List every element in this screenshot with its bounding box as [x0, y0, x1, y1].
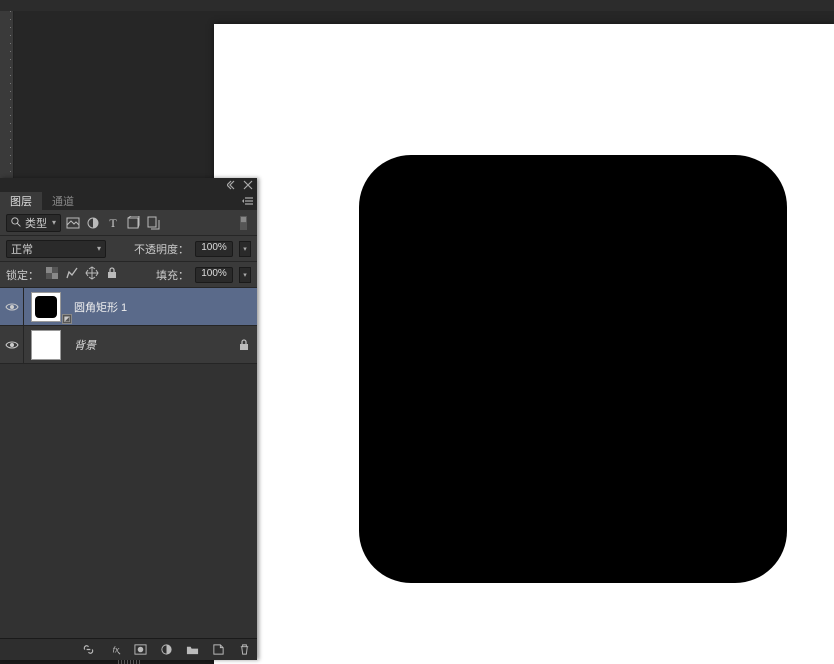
svg-text:T: T [109, 216, 117, 230]
panel-menu-icon[interactable] [241, 192, 257, 210]
fill-label: 填充： [156, 267, 189, 283]
filter-shape-icon[interactable] [125, 215, 141, 231]
layer-row[interactable]: ◩ 圆角矩形 1 [0, 288, 257, 326]
collapse-icon[interactable] [227, 180, 237, 190]
fill-stepper[interactable]: ▾ [239, 267, 251, 283]
layer-name[interactable]: 背景 [68, 337, 231, 353]
panel-tabs: 图层 通道 [0, 192, 257, 210]
fill-value[interactable]: 100% [195, 267, 233, 283]
layer-name[interactable]: 圆角矩形 1 [68, 299, 231, 315]
chevron-down-icon: ▾ [52, 218, 56, 227]
opacity-label: 不透明度： [134, 241, 189, 257]
filter-type-icon[interactable]: T [105, 215, 121, 231]
visibility-toggle[interactable] [0, 326, 24, 363]
lock-label: 锁定： [6, 267, 39, 283]
eye-icon [5, 300, 19, 314]
layer-style-button[interactable]: fx [107, 643, 121, 657]
group-button[interactable] [185, 643, 199, 657]
lock-fill-row: 锁定： 填充： 100% ▾ [0, 262, 257, 288]
search-icon [11, 217, 22, 228]
filter-kind-dropdown[interactable]: 类型 ▾ [6, 214, 61, 232]
lock-position-icon[interactable] [85, 266, 99, 283]
filter-kind-label: 类型 [25, 215, 47, 231]
blend-mode-value: 正常 [11, 241, 33, 257]
chevron-down-icon: ▾ [97, 244, 101, 253]
lock-transparent-icon[interactable] [45, 266, 59, 283]
panel-footer: fx [0, 638, 257, 660]
layer-filter-row: 类型 ▾ T [0, 210, 257, 236]
vertical-ruler[interactable] [0, 11, 14, 181]
shape-layer-badge-icon: ◩ [62, 314, 72, 324]
resize-grip[interactable] [118, 660, 140, 664]
filter-pixel-icon[interactable] [65, 215, 81, 231]
visibility-toggle[interactable] [0, 288, 24, 325]
filter-smartobj-icon[interactable] [145, 215, 161, 231]
blend-opacity-row: 正常 ▾ 不透明度： 100% ▾ [0, 236, 257, 262]
filter-adjust-icon[interactable] [85, 215, 101, 231]
new-layer-button[interactable] [211, 643, 225, 657]
filter-toggle-switch[interactable] [235, 215, 251, 231]
layers-panel: 图层 通道 类型 ▾ T 正 [0, 178, 257, 660]
lock-pixels-icon[interactable] [65, 266, 79, 283]
adjustment-layer-button[interactable] [159, 643, 173, 657]
rounded-rect-shape[interactable] [359, 155, 787, 583]
link-layers-button[interactable] [81, 643, 95, 657]
layer-thumbnail[interactable] [24, 330, 68, 360]
blend-mode-dropdown[interactable]: 正常 ▾ [6, 240, 106, 258]
tab-layers[interactable]: 图层 [0, 192, 42, 210]
layer-thumbnail[interactable]: ◩ [24, 292, 68, 322]
lock-icon [231, 338, 257, 352]
layer-row[interactable]: 背景 [0, 326, 257, 364]
opacity-stepper[interactable]: ▾ [239, 241, 251, 257]
layers-list: ◩ 圆角矩形 1 背景 [0, 288, 257, 638]
opacity-value[interactable]: 100% [195, 241, 233, 257]
layer-mask-button[interactable] [133, 643, 147, 657]
top-bar [0, 0, 834, 11]
panel-titlebar [0, 178, 257, 192]
tab-channels[interactable]: 通道 [42, 192, 84, 210]
canvas-document[interactable] [214, 24, 834, 664]
delete-layer-button[interactable] [237, 643, 251, 657]
lock-all-icon[interactable] [105, 266, 119, 283]
eye-icon [5, 338, 19, 352]
close-icon[interactable] [243, 180, 253, 190]
